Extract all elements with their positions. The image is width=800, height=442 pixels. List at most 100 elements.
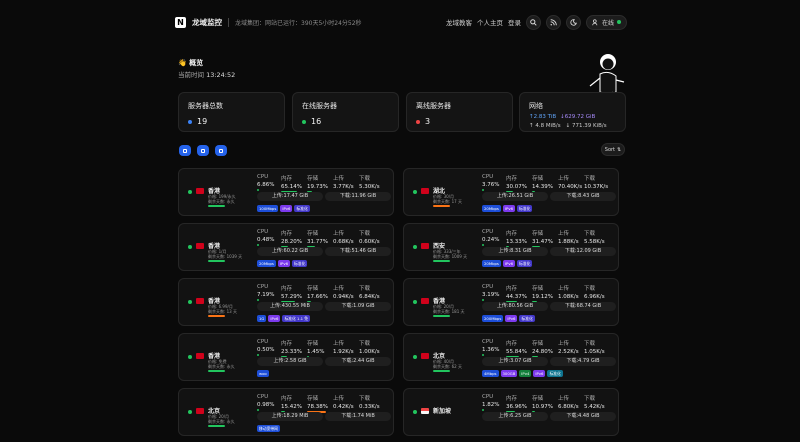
metric-label: 存储: [532, 396, 544, 402]
traffic-download: 下载:2.44 GiB: [325, 357, 391, 366]
filter-group-1-button[interactable]: [179, 145, 191, 156]
server-card[interactable]: 香港 价格: 199/永久 剩余天数: 永久 CPU 6.86% 内存 65.14%…: [178, 168, 394, 216]
top-bar: N 龙域监控 龙域集团：网站已运行：390天5小时24分52秒 龙域教客 个人主…: [175, 11, 627, 33]
tag-list: 4Mbps 300GB IPv4 IPv6 标准化: [482, 370, 563, 377]
metric-value: 6.96K/s: [584, 294, 605, 300]
server-card[interactable]: 新加坡 CPU 1.82% 内存 36.96% 存储 10.97% 上传 6.8…: [403, 388, 619, 436]
flag-icon: [196, 188, 204, 194]
tag-badge: 标准化: [291, 260, 308, 267]
tag-badge: 20Mbps: [257, 260, 276, 267]
tag-list: 100Mbps IPv6 标准化: [257, 205, 310, 212]
tag-badge: 1G: [257, 315, 267, 322]
remaining-bar: [433, 315, 450, 317]
remaining-bar: [433, 370, 450, 372]
metric-mem: 内存 65.14%: [281, 174, 307, 193]
server-card[interactable]: 北京 价格: 40/月 剩余天数: 62 天 CPU 1.36% 内存 55.84%…: [403, 333, 619, 381]
metric-label: 下载: [359, 396, 371, 402]
server-card[interactable]: 北京 价格: 20/月 剩余天数: 永久 CPU 0.98% 内存 15.42% 存…: [178, 388, 394, 436]
server-card[interactable]: 香港 价格: 6.99/月 剩余天数: 13 天 CPU 7.19% 内存 57.2…: [178, 278, 394, 326]
metric-bar: [257, 409, 259, 411]
metric-label: 存储: [532, 176, 544, 182]
logo-icon[interactable]: N: [175, 16, 186, 28]
remaining-bar: [208, 315, 225, 317]
server-card[interactable]: 香港 价格: 免费 剩余天数: 永久 CPU 0.50% 内存 23.33% 存储 …: [178, 333, 394, 381]
metric-label: 上传: [333, 396, 345, 402]
metric-label: CPU: [482, 229, 494, 235]
metric-value: 70.40K/s: [558, 184, 583, 190]
metric-disk: 存储 31.77%: [307, 229, 333, 248]
metric-value: 0.50%: [257, 347, 275, 353]
metric-label: 上传: [333, 341, 345, 347]
server-name: 新加坡: [433, 408, 452, 415]
metric-value: 0.42K/s: [333, 404, 354, 410]
metric-cpu: CPU 0.24%: [482, 229, 506, 248]
traffic-download: 下载:51.46 GiB: [325, 247, 391, 256]
metric-value: 1.00K/s: [359, 349, 380, 355]
metric-label: 上传: [333, 231, 345, 237]
search-icon[interactable]: [525, 14, 541, 30]
metric-value: 0.94K/s: [333, 294, 354, 300]
flag-icon: [421, 353, 429, 359]
traffic-download: 下载:12.09 GiB: [550, 247, 616, 256]
moon-icon[interactable]: [565, 14, 581, 30]
server-card[interactable]: 香港 价格: 20/月 剩余天数: 181 天 CPU 3.19% 内存 44.37…: [403, 278, 619, 326]
metric-label: 内存: [506, 231, 518, 237]
remaining-bar: [208, 260, 225, 262]
metric-label: CPU: [257, 229, 269, 235]
offline-count-dot: [416, 119, 420, 124]
metric-label: 内存: [506, 176, 518, 182]
tag-badge: IPv6: [505, 315, 518, 322]
metric-label: 下载: [584, 231, 596, 237]
sort-button[interactable]: Sort ⇅: [601, 143, 625, 156]
server-card[interactable]: 西安 价格: 333/三年 剩余天数: 1009 天 CPU 0.24% 内存 13…: [403, 223, 619, 271]
metric-value: 44.37%: [506, 294, 527, 300]
metric-up: 上传 0.68K/s: [333, 229, 359, 248]
metric-cpu: CPU 3.19%: [482, 284, 506, 303]
filter-group-2-button[interactable]: [197, 145, 209, 156]
metric-label: 上传: [558, 286, 570, 292]
metric-down: 下载 1.05K/s: [584, 339, 610, 358]
nav-link-blog[interactable]: 龙域教客: [446, 17, 472, 27]
server-card[interactable]: 香港 价格: 1/月 剩余天数: 1039 天 CPU 0.48% 内存 28.20…: [178, 223, 394, 271]
metric-up: 上传 0.94K/s: [333, 284, 359, 303]
metric-value: 24.80%: [532, 349, 553, 355]
metric-disk: 存储 31.47%: [532, 229, 558, 248]
metric-disk: 存储 78.38%: [307, 394, 333, 413]
metric-label: 下载: [584, 286, 596, 292]
nav-link-login[interactable]: 登录: [508, 17, 521, 27]
flag-icon: [421, 298, 429, 304]
metric-value: 55.84%: [506, 349, 527, 355]
online-status[interactable]: 在线: [585, 14, 627, 30]
metric-disk: 存储 14.39%: [532, 174, 558, 193]
tag-list: 20Mbps IPv6 标准化: [257, 260, 308, 267]
metric-up: 上传 2.52K/s: [558, 339, 584, 358]
metric-label: 内存: [281, 231, 293, 237]
metric-cpu: CPU 0.48%: [257, 229, 281, 248]
metric-value: 3.76%: [482, 182, 500, 188]
tag-badge: 200Mbps: [482, 315, 504, 322]
network-total-up: ↑2.83 TiB: [529, 114, 557, 120]
total-dot: [188, 119, 192, 124]
users-icon: [592, 18, 598, 25]
remaining-bar: [433, 260, 450, 262]
remaining-bar: [208, 370, 225, 372]
filter-group-3-button[interactable]: [215, 145, 227, 156]
metric-value: 0.24%: [482, 237, 500, 243]
server-card[interactable]: 湖北 价格: 30/月 剩余天数: 17 天 CPU 3.76% 内存 30.07%…: [403, 168, 619, 216]
metric-bar: [482, 244, 484, 246]
traffic-download: 下载:1.09 GiB: [325, 302, 391, 311]
status-dot: [413, 355, 417, 359]
metric-value: 2.52K/s: [558, 349, 579, 355]
nav-link-home[interactable]: 个人主页: [477, 17, 503, 27]
metric-label: 存储: [307, 176, 319, 182]
metric-bar: [482, 354, 484, 356]
metric-cpu: CPU 1.82%: [482, 394, 506, 413]
metric-disk: 存储 17.66%: [307, 284, 333, 303]
traffic-upload: 上传:26.51 GiB: [482, 192, 548, 201]
rss-icon[interactable]: [545, 14, 561, 30]
metric-value: 5.58K/s: [584, 239, 605, 245]
metric-disk: 存储 19.12%: [532, 284, 558, 303]
traffic-upload: 上传:3.07 GiB: [482, 357, 548, 366]
metric-label: 上传: [558, 396, 570, 402]
tag-badge: 标准化: [516, 205, 533, 212]
